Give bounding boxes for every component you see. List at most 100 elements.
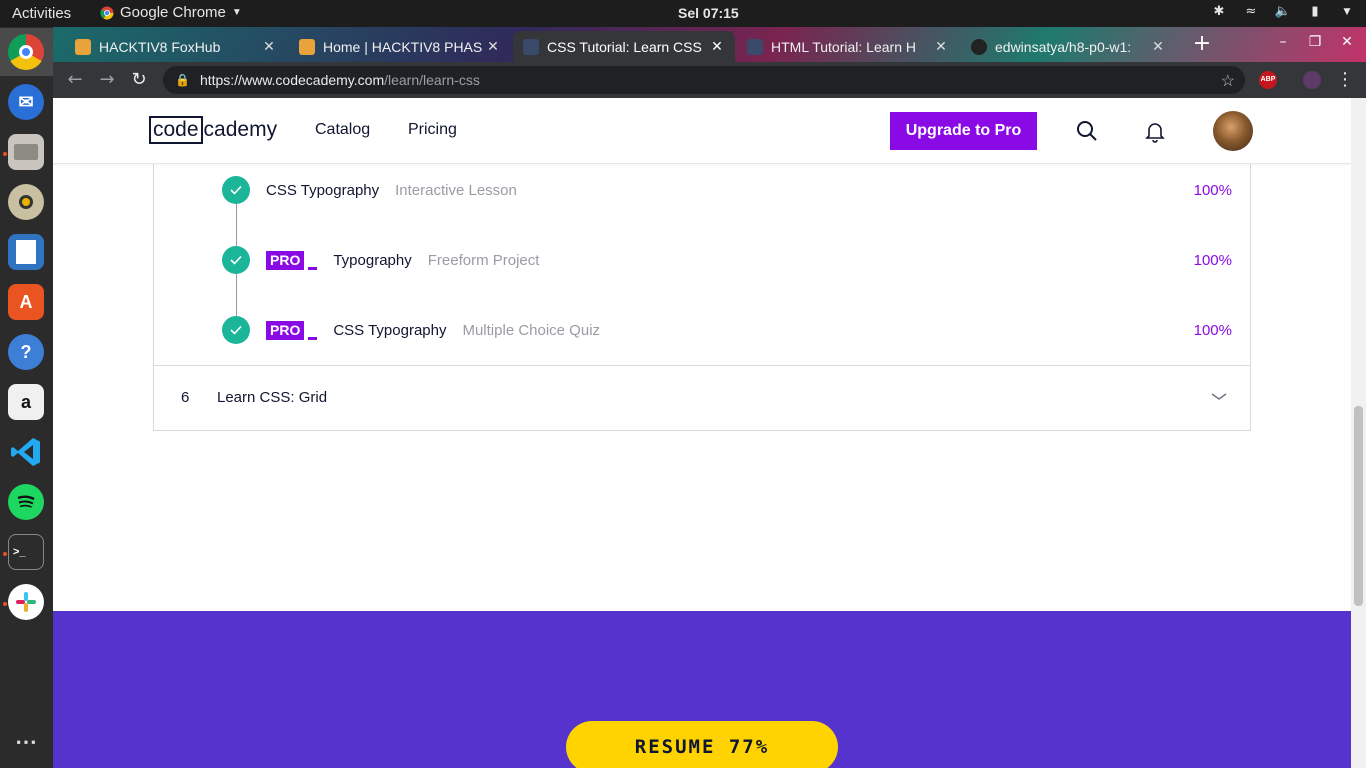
chrome-dock-icon[interactable] xyxy=(8,34,44,70)
spotify-icon[interactable] xyxy=(8,484,44,520)
lesson-progress: 100% xyxy=(1193,181,1232,199)
browser-tab[interactable]: Home | HACKTIV8 PHAS ✕ xyxy=(289,31,511,62)
close-icon[interactable]: ✕ xyxy=(709,38,725,55)
help-icon[interactable]: ? xyxy=(8,334,44,370)
codecademy-logo[interactable]: code cademy xyxy=(149,116,277,144)
running-indicator xyxy=(3,602,7,606)
clock[interactable]: Sel 07:15 xyxy=(678,5,739,21)
browser-toolbar: ← → ↻ 🔒 https://www.codecademy.com/learn… xyxy=(53,62,1366,98)
chrome-icon xyxy=(100,6,114,19)
check-icon xyxy=(222,176,250,204)
rhythmbox-icon[interactable] xyxy=(8,184,44,220)
tab-title: HACKTIV8 FoxHub xyxy=(99,38,221,55)
minimize-button[interactable]: – xyxy=(1272,34,1294,54)
resume-banner: RESUME 77% xyxy=(53,611,1351,768)
check-icon xyxy=(222,246,250,274)
module-row[interactable]: 6 Learn CSS: Grid xyxy=(154,365,1250,430)
wifi-icon[interactable]: ≈ xyxy=(1242,3,1260,21)
software-center-icon[interactable]: A xyxy=(8,284,44,320)
volume-icon[interactable]: 🔈 xyxy=(1274,3,1292,21)
adblock-plus-icon[interactable]: ABP xyxy=(1259,71,1277,89)
lesson-progress: 100% xyxy=(1193,321,1232,339)
pro-label: PRO xyxy=(266,250,305,270)
upgrade-to-pro-button[interactable]: Upgrade to Pro xyxy=(890,112,1037,150)
chevron-down-icon[interactable]: ▼ xyxy=(1338,3,1356,21)
lesson-row[interactable]: PRO CSS Typography Multiple Choice Quiz … xyxy=(222,315,1232,345)
module-number: 6 xyxy=(181,389,190,406)
close-icon[interactable]: ✕ xyxy=(1150,38,1166,55)
close-window-button[interactable]: ✕ xyxy=(1336,34,1358,54)
ubuntu-dock: ✉ A ? a >_ ⋯ xyxy=(0,27,53,768)
tab-title: edwinsatya/h8-p0-w1: xyxy=(995,38,1132,55)
new-tab-button[interactable]: + xyxy=(1190,33,1214,57)
show-apps-icon[interactable]: ⋯ xyxy=(8,724,44,760)
caret-down-icon: ▼ xyxy=(231,7,242,18)
bookmark-star-icon[interactable]: ☆ xyxy=(1221,71,1235,91)
search-icon[interactable] xyxy=(1075,119,1099,143)
pro-label: PRO xyxy=(266,320,305,340)
slack-tray-icon[interactable]: ✱ xyxy=(1210,3,1228,21)
pro-badge: PRO xyxy=(266,320,318,340)
chevron-down-icon[interactable] xyxy=(1210,388,1228,406)
browser-tab-active[interactable]: CSS Tutorial: Learn CSS ✕ xyxy=(513,31,735,62)
codecademy-favicon-icon xyxy=(523,38,539,55)
maximize-button[interactable]: ❐ xyxy=(1304,34,1326,54)
running-indicator xyxy=(3,552,7,556)
lesson-name[interactable]: CSS Typography xyxy=(266,182,379,199)
battery-icon[interactable]: ▮ xyxy=(1306,3,1324,21)
system-tray[interactable]: ✱ ≈ 🔈 ▮ ▼ xyxy=(1210,3,1356,21)
web-page: code cademy Catalog Pricing Upgrade to Pr… xyxy=(53,98,1351,768)
forward-button[interactable]: → xyxy=(95,69,119,91)
check-icon xyxy=(222,316,250,344)
lock-icon: 🔒 xyxy=(175,73,190,87)
browser-tab[interactable]: HACKTIV8 FoxHub ✕ xyxy=(65,31,287,62)
bell-icon[interactable] xyxy=(1143,119,1167,143)
browser-tab[interactable]: edwinsatya/h8-p0-w1: ✕ xyxy=(961,31,1176,62)
tab-title: HTML Tutorial: Learn H xyxy=(771,38,916,55)
close-icon[interactable]: ✕ xyxy=(933,38,949,55)
nav-catalog-link[interactable]: Catalog xyxy=(315,121,370,139)
terminal-icon[interactable]: >_ xyxy=(8,534,44,570)
close-icon[interactable]: ✕ xyxy=(261,38,277,55)
back-button[interactable]: ← xyxy=(63,69,87,91)
browser-tab[interactable]: HTML Tutorial: Learn H ✕ xyxy=(737,31,959,62)
vscode-icon[interactable] xyxy=(8,434,44,470)
amazon-icon[interactable]: a xyxy=(8,384,44,420)
app-menu[interactable]: Google Chrome ▼ xyxy=(100,4,242,21)
tab-title: Home | HACKTIV8 PHAS xyxy=(323,38,483,55)
lesson-type: Interactive Lesson xyxy=(395,181,517,199)
url-path: /learn/learn-css xyxy=(384,72,480,88)
codecademy-favicon-icon xyxy=(747,38,763,55)
nav-pricing-link[interactable]: Pricing xyxy=(408,121,457,139)
chrome-menu-icon[interactable]: ⋮ xyxy=(1333,69,1357,91)
scrollbar-thumb[interactable] xyxy=(1354,406,1363,606)
github-favicon-icon xyxy=(971,38,987,55)
page-scrollbar[interactable] xyxy=(1351,98,1366,768)
lesson-row[interactable]: PRO Typography Freeform Project 100% xyxy=(222,245,1232,275)
system-top-bar: Activities Google Chrome ▼ Sel 07:15 ✱ ≈… xyxy=(0,0,1366,27)
writer-icon[interactable] xyxy=(8,234,44,270)
resume-button[interactable]: RESUME 77% xyxy=(566,721,838,768)
lesson-name[interactable]: CSS Typography xyxy=(333,322,446,339)
activities-button[interactable]: Activities xyxy=(12,5,71,22)
logo-box-text: code xyxy=(149,116,203,144)
user-avatar[interactable] xyxy=(1213,111,1253,151)
slack-icon[interactable] xyxy=(8,584,44,620)
lesson-type: Freeform Project xyxy=(427,251,540,269)
reload-button[interactable]: ↻ xyxy=(127,69,151,91)
profile-avatar-icon[interactable] xyxy=(1303,71,1321,89)
close-icon[interactable]: ✕ xyxy=(485,38,501,55)
app-menu-label: Google Chrome xyxy=(120,4,226,21)
fox-favicon-icon xyxy=(299,38,315,55)
lesson-name[interactable]: Typography xyxy=(333,252,411,269)
thunderbird-icon[interactable]: ✉ xyxy=(8,84,44,120)
running-indicator xyxy=(3,152,7,156)
module-name: Learn CSS: Grid xyxy=(217,389,328,406)
address-bar[interactable]: 🔒 https://www.codecademy.com/learn/learn… xyxy=(163,66,1245,94)
cursor-underscore-icon xyxy=(308,266,318,270)
fox-favicon-icon xyxy=(75,38,91,55)
logo-rest-text: cademy xyxy=(203,118,278,141)
tab-title: CSS Tutorial: Learn CSS xyxy=(547,38,702,55)
lesson-row[interactable]: CSS Typography Interactive Lesson 100% xyxy=(222,175,1232,205)
files-icon[interactable] xyxy=(8,134,44,170)
